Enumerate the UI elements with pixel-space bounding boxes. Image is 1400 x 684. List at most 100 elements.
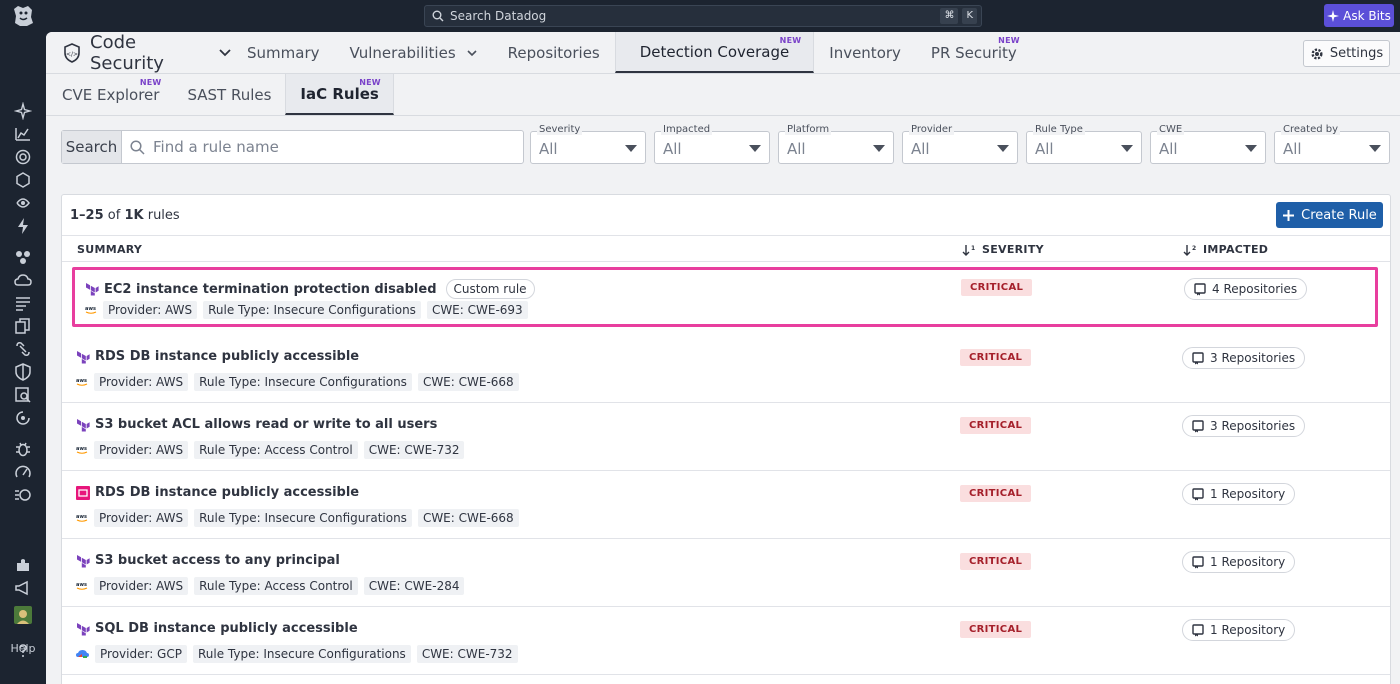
synthetics-icon[interactable]: [14, 486, 32, 504]
search-icon[interactable]: [14, 386, 32, 404]
subtab-sast-rules[interactable]: SAST Rules: [173, 74, 285, 115]
cwe-tag[interactable]: CWE: CWE-284: [363, 577, 465, 595]
rule-type-tag[interactable]: Rule Type: Insecure Configurations: [194, 373, 412, 391]
list-icon[interactable]: [14, 294, 32, 312]
rule-type-filter[interactable]: Rule Type All: [1026, 124, 1142, 164]
rule-type-tag[interactable]: Rule Type: Access Control: [194, 577, 358, 595]
rule-type-tag[interactable]: Rule Type: Access Control: [194, 441, 358, 459]
table-row[interactable]: RDS DB instance publicly accessible aws Pr…: [62, 335, 1390, 403]
watchdog-icon[interactable]: [14, 409, 32, 427]
cwe-tag[interactable]: CWE: CWE-668: [417, 509, 519, 527]
aws-icon: aws: [76, 445, 88, 455]
apm-icon[interactable]: [14, 148, 32, 166]
ask-bits-label: Ask Bits: [1343, 8, 1391, 23]
provider-filter[interactable]: Provider All: [902, 124, 1018, 164]
impacted-repositories-pill[interactable]: 4 Repositories: [1184, 278, 1308, 300]
bug-icon[interactable]: [14, 440, 32, 458]
shortcut-key: K: [962, 8, 977, 24]
link-icon[interactable]: [14, 340, 32, 358]
column-impacted[interactable]: 2 IMPACTED: [1183, 243, 1268, 256]
dashboards-icon[interactable]: [14, 125, 32, 143]
help-label[interactable]: Help: [0, 642, 46, 655]
cwe-tag[interactable]: CWE: CWE-732: [363, 441, 465, 459]
rule-tags: Provider: GCP Rule Type: Insecure Configu…: [76, 645, 518, 663]
cwe-tag[interactable]: CWE: CWE-732: [416, 645, 518, 663]
create-rule-button[interactable]: Create Rule: [1276, 202, 1383, 228]
filter-value: All: [663, 140, 682, 158]
rule-title: RDS DB instance publicly accessible: [76, 349, 359, 364]
cwe-filter[interactable]: CWE All: [1150, 124, 1266, 164]
table-row[interactable]: S3 bucket access to any principal aws Prov…: [62, 539, 1390, 607]
created-by-filter[interactable]: Created by All: [1274, 124, 1390, 164]
impacted-repositories-pill[interactable]: 1 Repository: [1182, 483, 1296, 505]
cloud-icon[interactable]: [14, 271, 32, 289]
rule-type-tag[interactable]: Rule Type: Insecure Configurations: [194, 509, 412, 527]
user-avatar-icon[interactable]: [14, 606, 32, 624]
settings-label: Settings: [1329, 46, 1384, 61]
docs-icon[interactable]: [14, 317, 32, 335]
sparkle-icon[interactable]: [14, 102, 32, 120]
impacted-repositories-pill[interactable]: 1 Repository: [1182, 551, 1296, 573]
rule-name[interactable]: EC2 instance termination protection disa…: [104, 282, 437, 297]
subtab-cve-explorer[interactable]: NEW CVE Explorer: [46, 74, 173, 115]
announcements-icon[interactable]: [14, 579, 32, 597]
infrastructure-icon[interactable]: [14, 171, 32, 189]
impacted-repositories-pill[interactable]: 3 Repositories: [1182, 347, 1306, 369]
provider-tag[interactable]: Provider: AWS: [103, 301, 198, 319]
global-search-placeholder: Search Datadog: [450, 9, 547, 23]
table-row[interactable]: RDS DB instance publicly accessible aws Pr…: [62, 471, 1390, 539]
provider-tag[interactable]: Provider: AWS: [94, 373, 189, 391]
impacted-filter[interactable]: Impacted All: [654, 124, 770, 164]
security-icon[interactable]: [14, 363, 32, 381]
table-row[interactable]: EC2 instance termination protection disa…: [72, 267, 1378, 327]
integrations-icon[interactable]: [14, 556, 32, 574]
rule-type-tag[interactable]: Rule Type: Insecure Configurations: [203, 301, 421, 319]
rule-name[interactable]: S3 bucket access to any principal: [95, 553, 340, 568]
cwe-tag[interactable]: CWE: CWE-668: [417, 373, 519, 391]
datadog-logo-icon[interactable]: [10, 3, 36, 29]
filter-value: All: [911, 140, 930, 158]
provider-tag[interactable]: Provider: AWS: [94, 441, 189, 459]
rule-name[interactable]: RDS DB instance publicly accessible: [95, 485, 359, 500]
tab-vulnerabilities[interactable]: Vulnerabilities: [335, 32, 493, 73]
rule-type-tag[interactable]: Rule Type: Insecure Configurations: [192, 645, 411, 663]
tab-pr-security[interactable]: NEW PR Security: [916, 32, 1032, 73]
provider-tag[interactable]: Provider: AWS: [94, 509, 189, 527]
table-row[interactable]: SQL DB instance publicly accessible Provi…: [62, 607, 1390, 675]
rule-tags: aws Provider: AWS Rule Type: Insecure Conf…: [76, 509, 519, 527]
settings-button[interactable]: Settings: [1303, 40, 1390, 67]
svg-text:aws: aws: [85, 306, 96, 312]
provider-tag[interactable]: Provider: GCP: [95, 645, 187, 663]
impacted-count: 1 Repository: [1210, 623, 1286, 637]
impacted-repositories-pill[interactable]: 1 Repository: [1182, 619, 1296, 641]
global-search-input[interactable]: Search Datadog ⌘ K: [424, 5, 982, 27]
tab-repositories[interactable]: Repositories: [493, 32, 615, 73]
service-map-icon[interactable]: [14, 248, 32, 266]
rule-name[interactable]: S3 bucket ACL allows read or write to al…: [95, 417, 437, 432]
filter-value: All: [539, 140, 558, 158]
platform-filter[interactable]: Platform All: [778, 124, 894, 164]
product-switcher[interactable]: </> Code Security: [46, 32, 232, 74]
rule-search-input[interactable]: Find a rule name: [122, 131, 523, 163]
subtab-iac-rules[interactable]: NEW IaC Rules: [285, 74, 394, 115]
speed-icon[interactable]: [14, 463, 32, 481]
cwe-tag[interactable]: CWE: CWE-693: [426, 301, 528, 319]
logs-icon[interactable]: [14, 194, 32, 212]
ask-bits-button[interactable]: Ask Bits: [1324, 4, 1394, 27]
tab-summary[interactable]: Summary: [232, 32, 335, 73]
tab-detection-coverage[interactable]: NEW Detection Coverage: [614, 32, 815, 73]
provider-tag[interactable]: Provider: AWS: [94, 577, 189, 595]
rule-name[interactable]: RDS DB instance publicly accessible: [95, 349, 359, 364]
bolt-icon[interactable]: [14, 217, 32, 235]
secondary-tab-bar: NEW CVE Explorer SAST Rules NEW IaC Rules: [46, 74, 1400, 116]
rule-name[interactable]: SQL DB instance publicly accessible: [95, 621, 358, 636]
column-summary[interactable]: SUMMARY: [77, 243, 142, 256]
table-row[interactable]: S3 bucket ACL allows read or write to al…: [62, 403, 1390, 471]
tab-inventory[interactable]: Inventory: [814, 32, 916, 73]
rule-tags: aws Provider: AWS Rule Type: Access Contro…: [76, 441, 465, 459]
impacted-repositories-pill[interactable]: 3 Repositories: [1182, 415, 1306, 437]
severity-filter[interactable]: Severity All: [530, 124, 646, 164]
rule-title: EC2 instance termination protection disa…: [85, 279, 535, 299]
column-severity[interactable]: 1 SEVERITY: [962, 243, 1044, 256]
tab-label: Inventory: [829, 43, 901, 62]
